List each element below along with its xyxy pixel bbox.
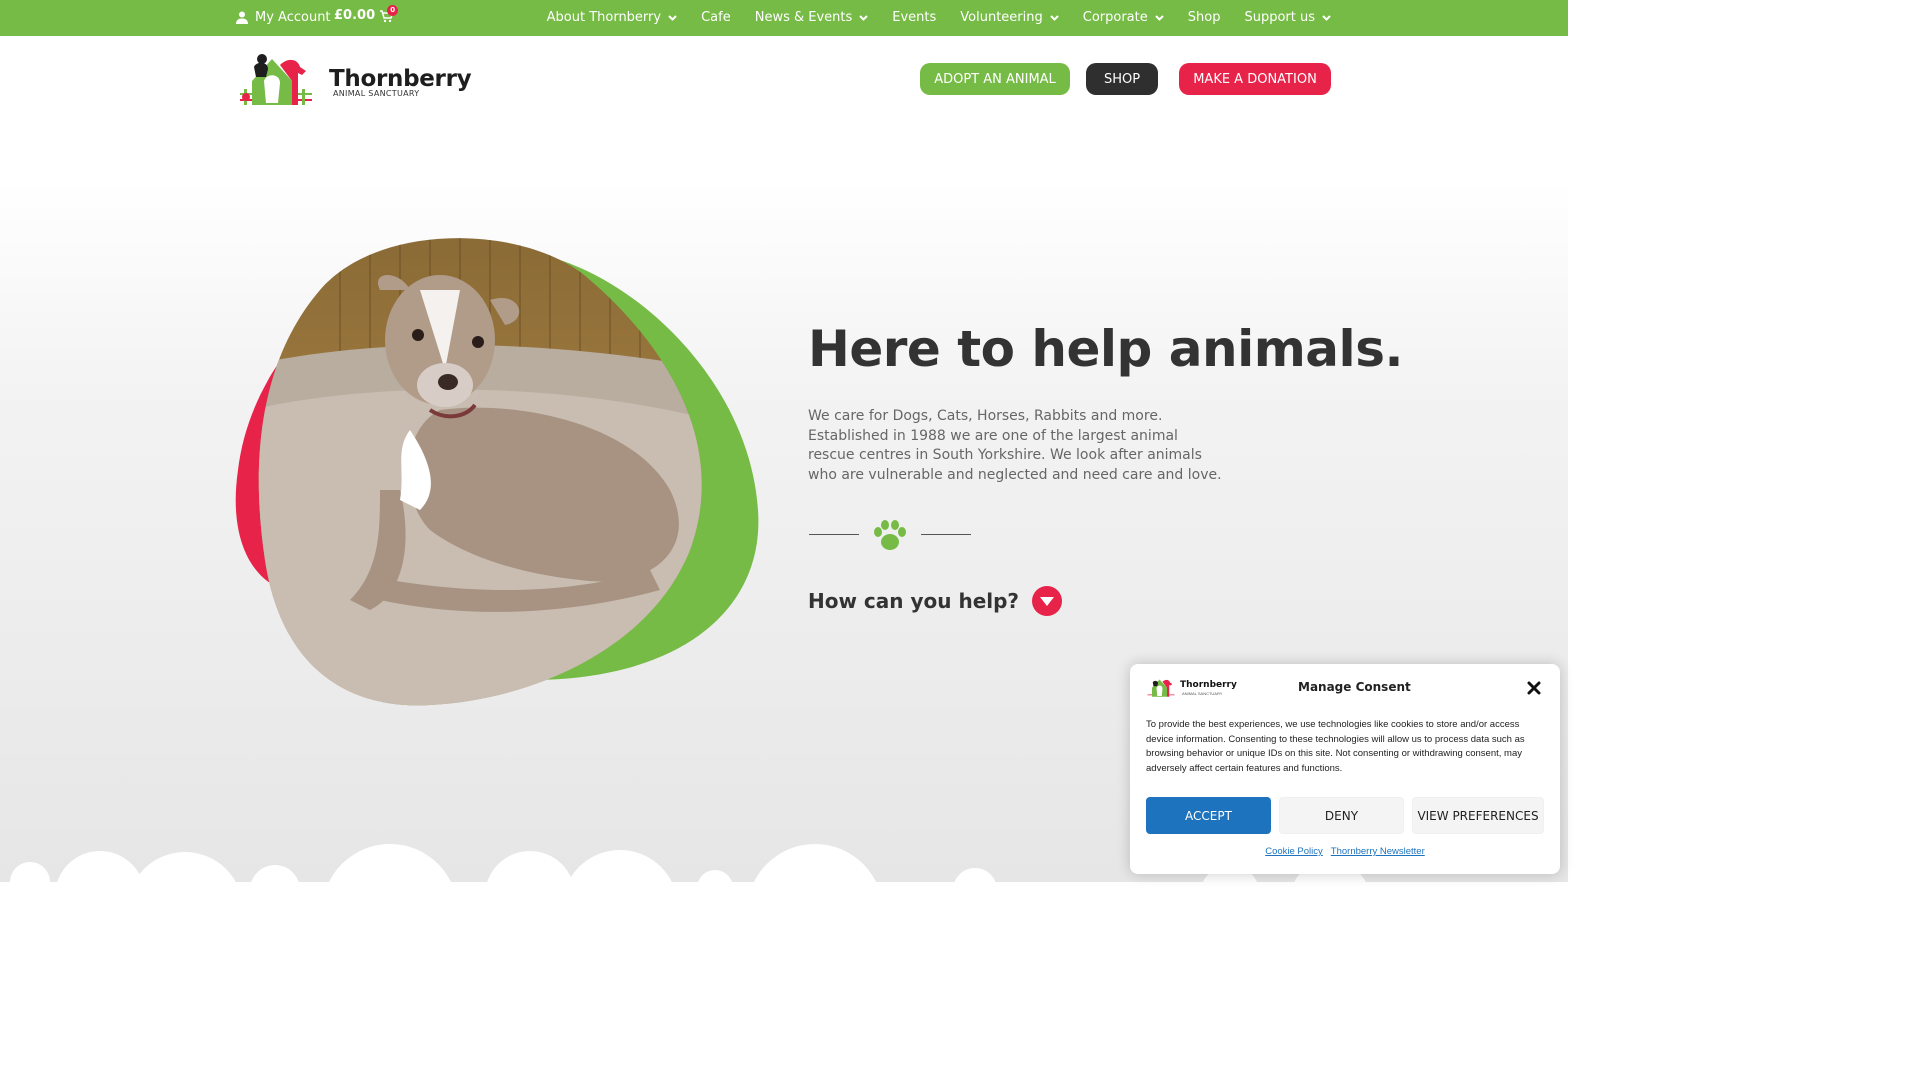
- divider-right: [921, 534, 971, 535]
- deny-button[interactable]: DENY: [1279, 797, 1404, 834]
- consent-title: Manage Consent: [1298, 680, 1411, 694]
- cookie-consent-dialog: Thornberry ANIMAL SANCTUARY Manage Conse…: [1130, 664, 1560, 874]
- nav-events[interactable]: Events: [892, 10, 936, 25]
- divider-left: [809, 534, 859, 535]
- nav-volunteering-label: Volunteering: [960, 10, 1043, 25]
- main-navigation: About Thornberry Cafe News & Events Even…: [523, 10, 1331, 25]
- chevron-down-icon: [1050, 14, 1059, 21]
- consent-body-text: To provide the best experiences, we use …: [1146, 719, 1525, 774]
- hero-intro-text: We care for Dogs, Cats, Horses, Rabbits …: [808, 408, 1222, 483]
- consent-links: Cookie Policy Thornberry Newsletter: [1130, 846, 1560, 857]
- close-icon[interactable]: [1526, 680, 1542, 696]
- top-bar: My Account £0.00 0 About Thornberry Cafe…: [0, 0, 1568, 36]
- chevron-down-icon: [859, 14, 868, 21]
- nav-cafe[interactable]: Cafe: [701, 10, 731, 25]
- chevron-down-icon: [668, 14, 677, 21]
- how-can-you-help-link[interactable]: How can you help?: [808, 586, 1063, 616]
- logo-subtitle: ANIMAL SANCTUARY: [333, 89, 420, 98]
- my-account-label: My Account: [255, 10, 331, 25]
- view-preferences-button[interactable]: VIEW PREFERENCES: [1412, 797, 1544, 834]
- adopt-an-animal-button[interactable]: ADOPT AN ANIMAL: [920, 63, 1070, 95]
- nav-cafe-label: Cafe: [701, 10, 731, 25]
- user-icon: [236, 11, 248, 24]
- nav-shop[interactable]: Shop: [1188, 10, 1221, 25]
- my-account-link[interactable]: My Account: [236, 10, 331, 25]
- shop-button[interactable]: SHOP: [1086, 63, 1158, 95]
- newsletter-link[interactable]: Thornberry Newsletter: [1331, 846, 1425, 857]
- site-logo[interactable]: Thornberry ANIMAL SANCTUARY: [236, 51, 472, 107]
- nav-events-label: Events: [892, 10, 937, 25]
- consent-logo-wordmark: Thornberry: [1180, 680, 1237, 690]
- nav-news-label: News & Events: [754, 10, 853, 25]
- caret-down-circle-icon[interactable]: [1032, 586, 1063, 616]
- nav-news-events[interactable]: News & Events: [755, 10, 869, 25]
- hero-image: [235, 238, 759, 706]
- nav-support-label: Support us: [1244, 10, 1315, 25]
- animals-logo-icon: [1147, 679, 1175, 697]
- help-label: How can you help?: [808, 589, 1020, 613]
- make-a-donation-button[interactable]: MAKE A DONATION: [1179, 63, 1331, 95]
- animals-logo-icon: [240, 54, 312, 105]
- consent-logo-subtitle: ANIMAL SANCTUARY: [1182, 691, 1223, 696]
- accept-button[interactable]: ACCEPT: [1146, 797, 1271, 834]
- nav-volunteering[interactable]: Volunteering: [960, 10, 1059, 25]
- chevron-down-icon: [1322, 14, 1331, 21]
- nav-support-us[interactable]: Support us: [1244, 10, 1331, 25]
- cart-count-badge: 0: [387, 4, 399, 16]
- cart-total: £0.00: [334, 8, 376, 23]
- cart-link[interactable]: £0.00 0: [334, 4, 399, 23]
- cart-icon: 0: [379, 4, 399, 23]
- nav-corporate-label: Corporate: [1082, 10, 1148, 25]
- nav-about-label: About Thornberry: [546, 10, 662, 25]
- cookie-policy-link[interactable]: Cookie Policy: [1265, 846, 1323, 857]
- paw-icon: [874, 520, 906, 550]
- nav-corporate[interactable]: Corporate: [1083, 10, 1164, 25]
- hero-headline: Here to help animals.: [808, 320, 1403, 378]
- chevron-down-icon: [1155, 14, 1164, 21]
- nav-shop-label: Shop: [1187, 10, 1221, 25]
- consent-logo: Thornberry ANIMAL SANCTUARY: [1146, 676, 1246, 700]
- nav-about[interactable]: About Thornberry: [547, 10, 677, 25]
